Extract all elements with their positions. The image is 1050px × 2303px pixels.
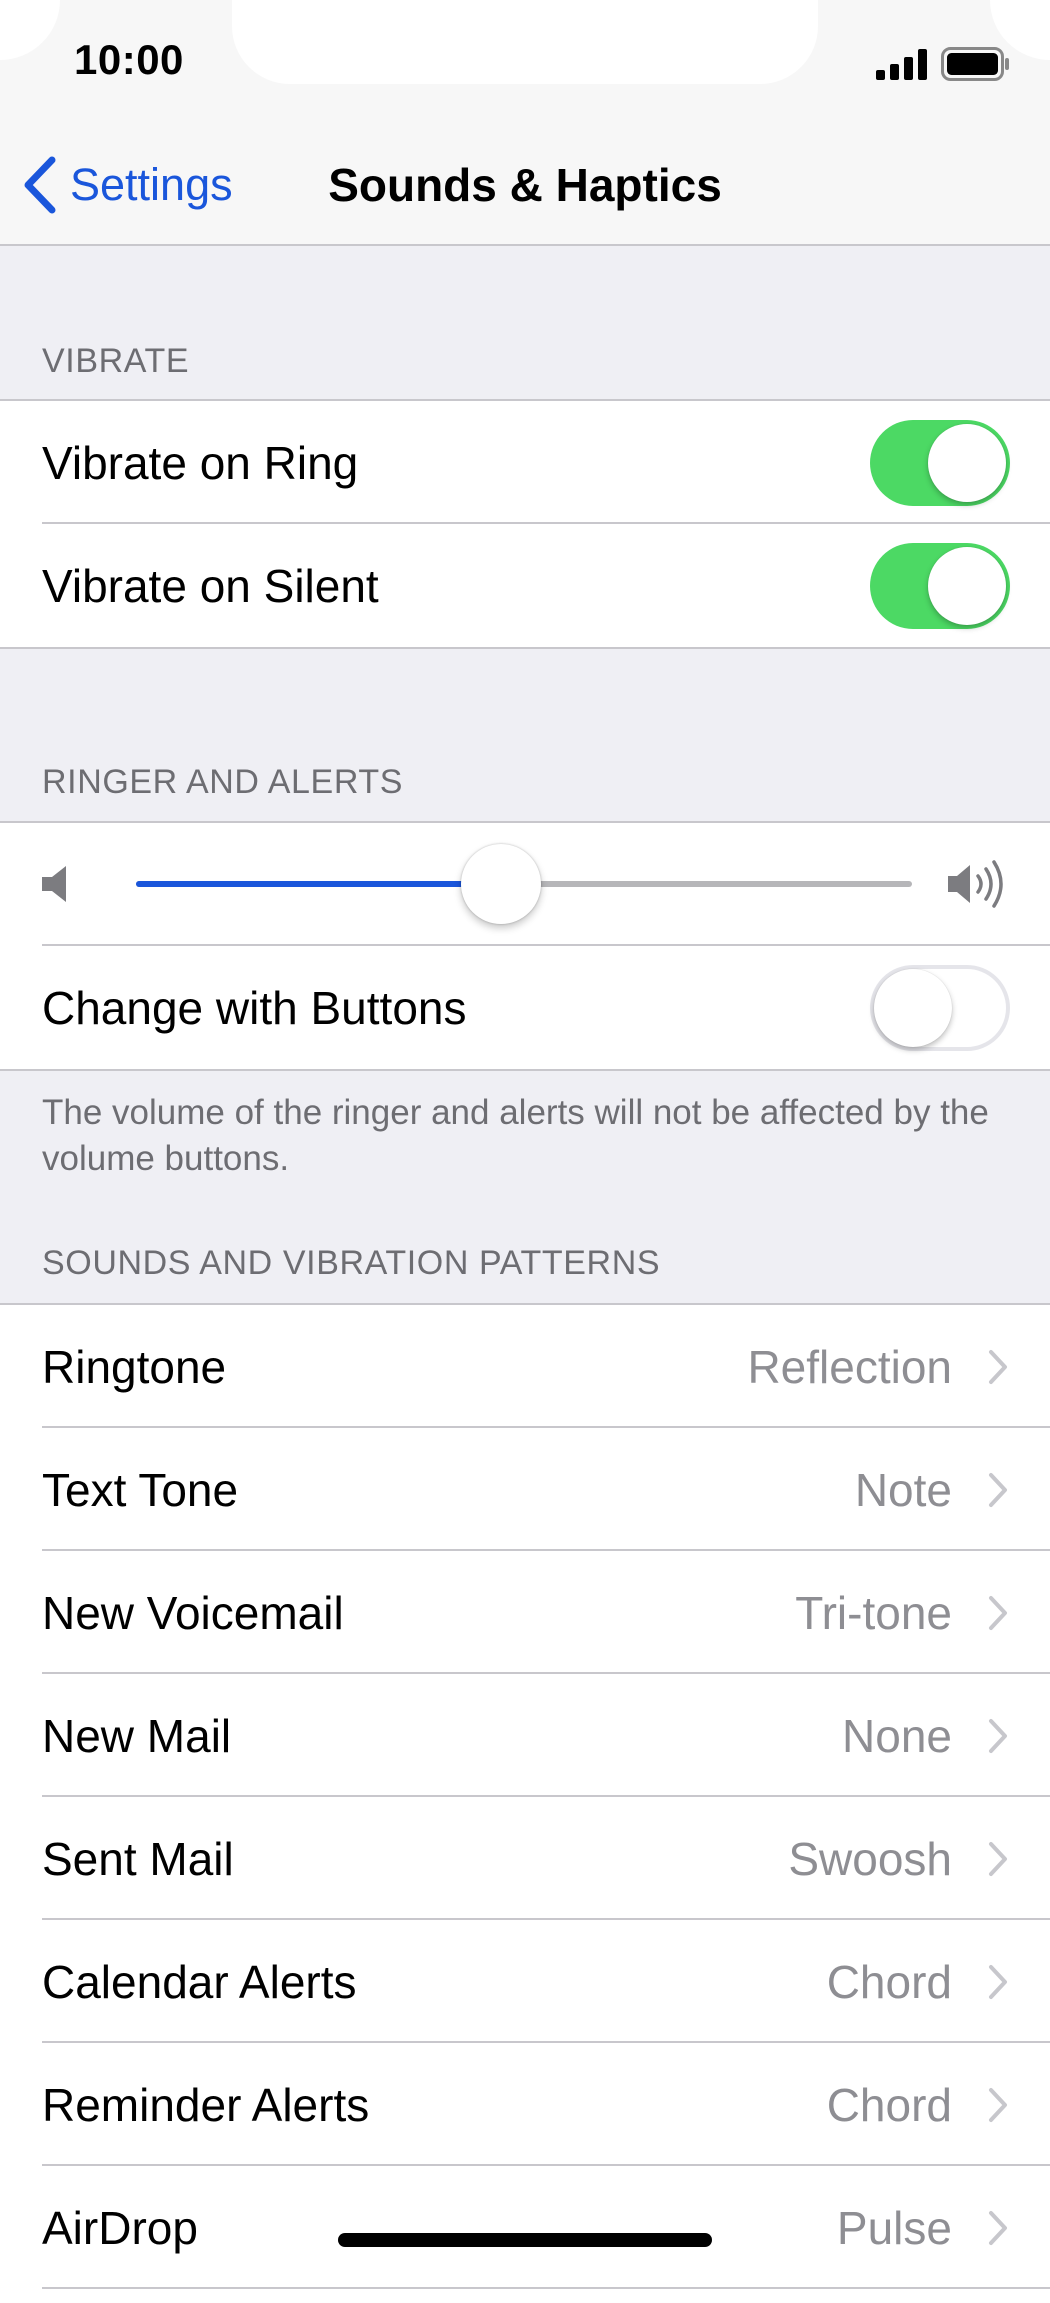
sound-row-label: Ringtone [42, 1340, 227, 1393]
vibrate-on-ring-label: Vibrate on Ring [42, 436, 359, 489]
toggle-knob [874, 968, 952, 1047]
chevron-right-icon [989, 1595, 1007, 1630]
home-indicator[interactable] [338, 2233, 712, 2247]
battery-icon [941, 47, 1009, 81]
notch [232, 0, 818, 84]
header: 10:00 Settings Sounds & Haptics [0, 0, 1050, 246]
vibrate-on-ring-row: Vibrate on Ring [0, 401, 1050, 524]
ringer-group: Change with Buttons [0, 821, 1050, 1071]
section-header-sounds-and-vibration-patterns: SOUNDS AND VIBRATION PATTERNS [42, 1244, 661, 1282]
sound-row-value: Tri-tone [795, 1586, 952, 1639]
status-time: 10:00 [74, 36, 184, 83]
cellular-signal-icon [876, 49, 927, 80]
page-title: Sounds & Haptics [328, 159, 722, 211]
sound-row-value: None [842, 1709, 952, 1762]
change-with-buttons-label: Change with Buttons [42, 981, 467, 1034]
sound-row-calendar-alerts[interactable]: Calendar Alerts Chord [0, 1920, 1050, 2043]
sound-row-sent-mail[interactable]: Sent Mail Swoosh [0, 1797, 1050, 1920]
chevron-right-icon [989, 1718, 1007, 1753]
chevron-right-icon [989, 1841, 1007, 1876]
change-with-buttons-toggle[interactable] [870, 964, 1010, 1051]
ringer-volume-row [0, 823, 1050, 946]
sound-row-value: Pulse [836, 2201, 952, 2254]
sound-row-value: Chord [826, 1955, 952, 2008]
sound-row-label: Text Tone [42, 1463, 239, 1516]
sound-row-value: Chord [826, 2078, 952, 2131]
volume-low-icon [42, 866, 66, 902]
sound-row-airdrop[interactable]: AirDrop Pulse [0, 2166, 1050, 2289]
sound-row-value: Reflection [747, 1340, 952, 1393]
sound-row-label: Calendar Alerts [42, 1955, 357, 2008]
sounds-group: Ringtone Reflection Text Tone Note New V… [0, 1303, 1050, 2303]
sound-row-label: Reminder Alerts [42, 2078, 370, 2131]
vibrate-on-silent-toggle[interactable] [870, 542, 1010, 629]
screen-corner-left [0, 0, 60, 60]
back-button-label: Settings [70, 159, 233, 210]
sound-row-value: Swoosh [788, 1832, 952, 1885]
section-header-ringer-and-alerts: RINGER AND ALERTS [42, 763, 404, 801]
sound-row-label: New Voicemail [42, 1586, 344, 1639]
sound-row-label: New Mail [42, 1709, 232, 1762]
slider-thumb[interactable] [460, 844, 541, 924]
vibrate-group: Vibrate on Ring Vibrate on Silent [0, 399, 1050, 649]
vibrate-on-ring-toggle[interactable] [870, 419, 1010, 506]
back-button[interactable]: Settings [22, 150, 233, 220]
sound-row-label: Sent Mail [42, 1832, 234, 1885]
sound-row-new-mail[interactable]: New Mail None [0, 1674, 1050, 1797]
sound-row-ringtone[interactable]: Ringtone Reflection [0, 1305, 1050, 1428]
toggle-knob [928, 423, 1006, 502]
vibrate-on-silent-label: Vibrate on Silent [42, 559, 379, 612]
volume-high-icon [948, 860, 1003, 908]
vibrate-on-silent-row: Vibrate on Silent [0, 524, 1050, 647]
chevron-right-icon [989, 2210, 1007, 2245]
sound-row-value: Note [854, 1463, 952, 1516]
chevron-right-icon [989, 1349, 1007, 1384]
change-with-buttons-row: Change with Buttons [0, 946, 1050, 1069]
ringer-footer-note: The volume of the ringer and alerts will… [42, 1093, 989, 1178]
sound-row-reminder-alerts[interactable]: Reminder Alerts Chord [0, 2043, 1050, 2166]
chevron-right-icon [989, 1964, 1007, 1999]
sound-row-label: AirDrop [42, 2201, 198, 2254]
chevron-right-icon [989, 1472, 1007, 1507]
slider-fill [136, 881, 501, 887]
chevron-left-icon [24, 156, 56, 214]
ringer-volume-slider[interactable] [136, 844, 912, 924]
section-header-vibrate: VIBRATE [42, 342, 190, 380]
sound-row-text-tone[interactable]: Text Tone Note [0, 1428, 1050, 1551]
chevron-right-icon [989, 2087, 1007, 2122]
sound-row-new-voicemail[interactable]: New Voicemail Tri-tone [0, 1551, 1050, 1674]
toggle-knob [928, 546, 1006, 625]
